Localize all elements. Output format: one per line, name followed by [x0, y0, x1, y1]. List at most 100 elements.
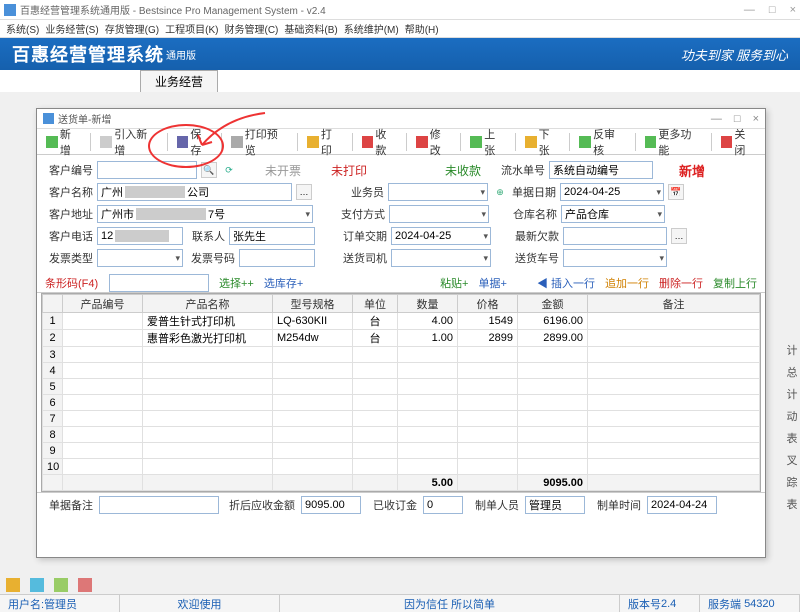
customer-tel-input[interactable]: 12	[97, 227, 183, 245]
col-code[interactable]: 产品编号	[63, 295, 143, 313]
table-row[interactable]: 4	[43, 363, 760, 379]
next-button[interactable]: 下张	[522, 124, 563, 160]
search-icon[interactable]: 🔍	[201, 162, 217, 178]
append-row-link[interactable]: 追加一行	[605, 275, 649, 291]
barcode-input[interactable]	[109, 274, 209, 292]
calc-icon[interactable]	[54, 578, 68, 592]
table-row[interactable]: 2惠普彩色激光打印机M254dw台1.0028992899.00	[43, 330, 760, 347]
app-icon	[4, 4, 16, 16]
invoice-no-input[interactable]	[239, 249, 315, 267]
menu-maintenance[interactable]: 系统维护(M)	[342, 21, 401, 36]
col-price[interactable]: 价格	[458, 295, 518, 313]
select-link[interactable]: 选择++	[219, 275, 254, 291]
menu-help[interactable]: 帮助(H)	[403, 21, 441, 36]
table-row[interactable]: 9	[43, 443, 760, 459]
table-row[interactable]: 8	[43, 427, 760, 443]
print-button[interactable]: 打印	[304, 124, 345, 160]
status-server-label: 服务端	[708, 596, 741, 612]
pay-method-label: 支付方式	[341, 206, 385, 222]
salesman-select[interactable]	[388, 183, 488, 201]
col-amount[interactable]: 金额	[518, 295, 588, 313]
customer-code-input[interactable]	[97, 161, 197, 179]
table-row[interactable]: 1爱普生针式打印机LQ-630KII台4.0015496196.00	[43, 313, 760, 330]
paste-link[interactable]: 粘贴+	[440, 275, 468, 291]
maketime-input[interactable]	[647, 496, 717, 514]
bottom-icons	[6, 578, 92, 592]
status-user: 管理员	[44, 596, 77, 612]
menu-project[interactable]: 工程项目(K)	[163, 21, 220, 36]
single-link[interactable]: 单据+	[479, 275, 507, 291]
customer-name-input[interactable]: 广州公司	[97, 183, 292, 201]
menu-business[interactable]: 业务经营(S)	[43, 21, 100, 36]
remark-input[interactable]	[99, 496, 219, 514]
edit-button[interactable]: 修改	[413, 124, 454, 160]
close-icon[interactable]: ×	[790, 4, 796, 16]
menu-basicdata[interactable]: 基础资料(B)	[282, 21, 339, 36]
close-button[interactable]: 关闭	[718, 124, 759, 160]
add-icon	[46, 136, 58, 148]
tab-business[interactable]: 业务经营	[140, 70, 218, 92]
note-icon[interactable]	[78, 578, 92, 592]
minimize-icon[interactable]: —	[744, 4, 755, 16]
last-debt-label: 最新欠款	[515, 228, 559, 244]
warehouse-select[interactable]: 产品仓库	[561, 205, 665, 223]
table-row[interactable]: 5	[43, 379, 760, 395]
maker-input[interactable]	[525, 496, 585, 514]
delete-row-link[interactable]: 删除一行	[659, 275, 703, 291]
table-row[interactable]: 3	[43, 347, 760, 363]
window-title: 百惠经营管理系统通用版 - Bestsince Pro Management S…	[20, 2, 744, 17]
table-row[interactable]: 7	[43, 411, 760, 427]
debt-ellipsis-icon[interactable]: …	[671, 228, 687, 244]
bill-date-label: 单据日期	[512, 184, 556, 200]
delivery-date-input[interactable]: 2024-04-25	[391, 227, 491, 245]
bill-date-input[interactable]: 2024-04-25	[560, 183, 664, 201]
calendar-icon[interactable]: 📅	[668, 184, 684, 200]
menu-finance[interactable]: 财务管理(C)	[222, 21, 280, 36]
menu-inventory[interactable]: 存货管理(G)	[103, 21, 161, 36]
col-qty[interactable]: 数量	[398, 295, 458, 313]
pay-icon	[362, 136, 374, 148]
refresh-icon[interactable]: ⟳	[221, 162, 237, 178]
col-unit[interactable]: 单位	[353, 295, 398, 313]
add-salesman-icon[interactable]: ⊕	[492, 184, 508, 200]
table-row[interactable]: 6	[43, 395, 760, 411]
pay-button[interactable]: 收款	[359, 124, 400, 160]
sum-qty: 5.00	[398, 475, 458, 491]
select-stock-link[interactable]: 选库存+	[264, 275, 303, 291]
more-button[interactable]: 更多功能	[642, 124, 705, 160]
col-model[interactable]: 型号规格	[273, 295, 353, 313]
calendar2-icon[interactable]	[30, 578, 44, 592]
vehicle-select[interactable]	[563, 249, 667, 267]
maximize-icon[interactable]: □	[769, 4, 776, 16]
folder-icon[interactable]	[6, 578, 20, 592]
contact-label: 联系人	[187, 228, 225, 244]
print-preview-button[interactable]: 打印预览	[228, 124, 291, 160]
import-add-button[interactable]: 引入新增	[97, 124, 160, 160]
discount-input[interactable]	[301, 496, 361, 514]
col-remark[interactable]: 备注	[588, 295, 760, 313]
save-button[interactable]: 保存	[174, 124, 215, 160]
ellipsis-icon[interactable]: …	[296, 184, 312, 200]
add-button[interactable]: 新增	[43, 124, 84, 160]
customer-addr-select[interactable]: 广州市7号	[97, 205, 313, 223]
serial-input[interactable]: 系统自动编号	[549, 161, 653, 179]
prev-button[interactable]: 上张	[467, 124, 508, 160]
maketime-label: 制单时间	[591, 497, 641, 513]
contact-input[interactable]	[229, 227, 315, 245]
preview-icon	[231, 136, 243, 148]
unaudit-button[interactable]: 反审核	[576, 124, 628, 160]
insert-row-link[interactable]: ◀ 插入一行	[537, 275, 595, 291]
last-debt-input[interactable]	[563, 227, 667, 245]
items-grid[interactable]: 产品编号 产品名称 型号规格 单位 数量 价格 金额 备注 1爱普生针式打印机L…	[41, 293, 761, 492]
copy-row-link[interactable]: 复制上行	[713, 275, 757, 291]
customer-addr-label: 客户地址	[45, 206, 93, 222]
status-user-label: 用户名:	[8, 596, 44, 612]
pay-method-select[interactable]	[389, 205, 489, 223]
invoice-type-select[interactable]	[97, 249, 183, 267]
menu-system[interactable]: 系统(S)	[4, 21, 41, 36]
table-row[interactable]: 10	[43, 459, 760, 475]
driver-select[interactable]	[391, 249, 491, 267]
driver-label: 送货司机	[343, 250, 387, 266]
col-name[interactable]: 产品名称	[143, 295, 273, 313]
deposit-input[interactable]	[423, 496, 463, 514]
